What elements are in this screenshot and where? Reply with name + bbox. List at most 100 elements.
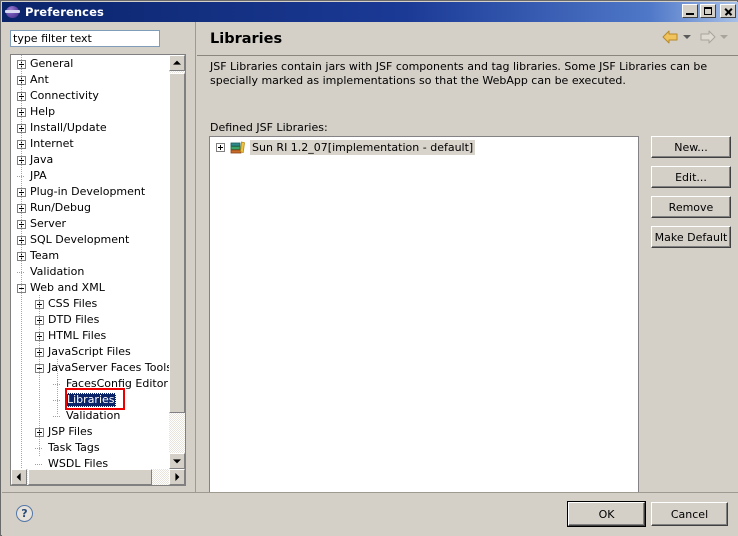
tree-viewport: General Ant Connectivity Help Install/Update… <box>11 55 169 469</box>
jsf-libraries-list[interactable]: Sun RI 1.2_07[implementation - default] <box>209 136 639 498</box>
sidebar-item-general[interactable]: General <box>11 56 169 72</box>
sidebar-item-label: Task Tags <box>48 441 100 454</box>
ok-button[interactable]: OK <box>567 501 646 527</box>
sidebar-item-html-files[interactable]: HTML Files <box>11 328 169 344</box>
sidebar-item-css-files[interactable]: CSS Files <box>11 296 169 312</box>
sidebar-item-web-and-xml[interactable]: Web and XML <box>11 280 169 296</box>
vscroll-thumb[interactable] <box>169 73 185 413</box>
window-controls <box>682 4 736 18</box>
sidebar-item-java[interactable]: Java <box>11 152 169 168</box>
dialog-footer: ? OK Cancel <box>2 492 738 536</box>
sidebar-item-label: Team <box>30 249 60 262</box>
sidebar-item-jpa[interactable]: JPA <box>11 168 169 184</box>
sidebar-item-plug-in-development[interactable]: Plug-in Development <box>11 184 169 200</box>
sidebar-item-label: Java <box>30 153 54 166</box>
help-icon[interactable]: ? <box>16 505 33 522</box>
back-chevron-down-icon[interactable] <box>683 35 691 39</box>
scroll-left-button[interactable] <box>11 469 27 485</box>
expand-plus-icon[interactable] <box>216 143 225 152</box>
sidebar-item-label: General <box>30 57 74 70</box>
remove-button[interactable]: Remove <box>651 196 731 218</box>
preferences-dialog: Preferences General Ant Connectivity Help In… <box>0 0 738 536</box>
sidebar-item-label: Validation <box>30 265 85 278</box>
tree-list: General Ant Connectivity Help Install/Update… <box>11 55 169 469</box>
sidebar-item-jsp-files[interactable]: JSP Files <box>11 424 169 440</box>
sidebar-item-task-tags[interactable]: Task Tags <box>11 440 169 456</box>
sidebar-item-team[interactable]: Team <box>11 248 169 264</box>
preferences-page: Libraries JSF Libraries contain jars wit… <box>195 22 738 498</box>
page-header: Libraries <box>196 22 738 55</box>
sidebar-item-label: JavaServer Faces Tools <box>48 361 169 374</box>
tree-leaf-marker <box>35 460 44 469</box>
tree-guide-line <box>57 359 58 415</box>
scroll-up-button[interactable] <box>169 55 185 71</box>
window-title: Preferences <box>25 5 104 19</box>
sidebar-item-dtd-files[interactable]: DTD Files <box>11 312 169 328</box>
sidebar-item-label: Run/Debug <box>30 201 91 214</box>
preferences-sidebar: General Ant Connectivity Help Install/Update… <box>2 22 195 492</box>
sidebar-item-label: WSDL Files <box>48 457 109 469</box>
title-bar[interactable]: Preferences <box>2 2 738 22</box>
sidebar-item-label: Libraries <box>66 393 116 407</box>
sidebar-item-label: CSS Files <box>48 297 98 310</box>
forward-arrow-icon <box>698 29 717 45</box>
footer-buttons: OK Cancel <box>567 501 728 527</box>
maximize-icon[interactable] <box>700 4 716 18</box>
sidebar-item-install-update[interactable]: Install/Update <box>11 120 169 136</box>
page-title: Libraries <box>210 30 283 47</box>
tree-horizontal-scrollbar[interactable] <box>11 469 185 485</box>
list-item[interactable]: Sun RI 1.2_07[implementation - default] <box>210 139 638 156</box>
cancel-button[interactable]: Cancel <box>651 502 728 526</box>
forward-chevron-down-icon <box>720 35 728 39</box>
sidebar-item-label: Help <box>30 105 56 118</box>
tree-vertical-scrollbar[interactable] <box>169 55 185 469</box>
sidebar-item-label: JavaScript Files <box>48 345 131 358</box>
sidebar-item-label: Connectivity <box>30 89 99 102</box>
sidebar-item-run-debug[interactable]: Run/Debug <box>11 200 169 216</box>
sidebar-item-label: Ant <box>30 73 49 86</box>
minimize-icon[interactable] <box>682 4 698 18</box>
sidebar-item-label: SQL Development <box>30 233 130 246</box>
tree-guide-line <box>39 295 40 456</box>
new-button[interactable]: New... <box>651 136 731 158</box>
scroll-down-button[interactable] <box>169 453 185 469</box>
sidebar-item-facesconfig-editor[interactable]: FacesConfig Editor <box>11 376 169 392</box>
sidebar-item-javascript-files[interactable]: JavaScript Files <box>11 344 169 360</box>
close-icon[interactable] <box>720 4 736 18</box>
page-navigation <box>661 29 732 45</box>
sidebar-item-wsdl-files[interactable]: WSDL Files <box>11 456 169 469</box>
header-divider <box>197 55 738 56</box>
library-books-icon <box>230 140 246 155</box>
library-actions: New... Edit... Remove Make Default <box>651 136 731 248</box>
sidebar-item-label: HTML Files <box>48 329 107 342</box>
sidebar-item-javaserver-faces-tools[interactable]: JavaServer Faces Tools <box>11 360 169 376</box>
back-arrow-icon[interactable] <box>661 29 680 45</box>
sidebar-item-label: Web and XML <box>30 281 105 294</box>
sidebar-item-label: DTD Files <box>48 313 100 326</box>
hscroll-thumb[interactable] <box>28 469 152 485</box>
sidebar-item-internet[interactable]: Internet <box>11 136 169 152</box>
make-default-button[interactable]: Make Default <box>651 226 731 248</box>
sidebar-item-validation[interactable]: Validation <box>11 408 169 424</box>
defined-libraries-label: Defined JSF Libraries: <box>210 121 328 134</box>
sidebar-item-label: Server <box>30 217 67 230</box>
sidebar-item-connectivity[interactable]: Connectivity <box>11 88 169 104</box>
sidebar-item-server[interactable]: Server <box>11 216 169 232</box>
sidebar-item-libraries[interactable]: Libraries <box>11 392 169 408</box>
sidebar-item-sql-development[interactable]: SQL Development <box>11 232 169 248</box>
scroll-right-button[interactable] <box>169 469 185 485</box>
sidebar-item-label: Install/Update <box>30 121 107 134</box>
sidebar-item-validation[interactable]: Validation <box>11 264 169 280</box>
sidebar-item-label: Validation <box>66 409 121 422</box>
edit-button[interactable]: Edit... <box>651 166 731 188</box>
sidebar-item-ant[interactable]: Ant <box>11 72 169 88</box>
sidebar-item-label: FacesConfig Editor <box>66 377 168 390</box>
tree-guide-line <box>21 55 22 469</box>
preferences-tree[interactable]: General Ant Connectivity Help Install/Update… <box>10 54 186 486</box>
page-description: JSF Libraries contain jars with JSF comp… <box>210 60 708 87</box>
sidebar-item-label: JPA <box>30 169 47 182</box>
filter-input[interactable] <box>10 30 160 47</box>
sidebar-item-label: Internet <box>30 137 74 150</box>
sidebar-item-help[interactable]: Help <box>11 104 169 120</box>
dialog-body: General Ant Connectivity Help Install/Update… <box>2 22 738 498</box>
